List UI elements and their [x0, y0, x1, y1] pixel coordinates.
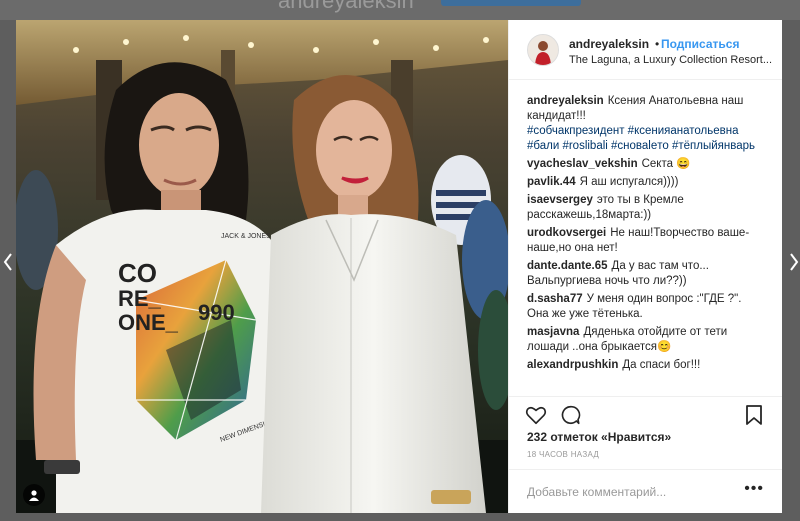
- shirt-text-co: CO: [118, 258, 157, 288]
- shirt-brand: JACK & JONES: [221, 233, 271, 240]
- comment-username[interactable]: dante.dante.65: [527, 260, 608, 272]
- background-profile-header: andreyaleksin: [0, 0, 800, 20]
- follow-button[interactable]: Подписаться: [661, 37, 739, 51]
- comment-input[interactable]: Добавьте комментарий...: [527, 485, 666, 499]
- header-separator: •: [655, 37, 660, 51]
- post-timestamp[interactable]: 18 ЧАСОВ НАЗАД: [527, 450, 599, 459]
- comment-item: d.sasha77 У меня один вопрос :"ГДЕ ?". Он…: [527, 292, 766, 322]
- bookmark-icon[interactable]: [745, 404, 763, 426]
- comment-item: alexandrpushkin Да спаси бог!!!: [527, 358, 766, 373]
- post-caption: andreyaleksin Ксения Анатольевна наш канд…: [527, 94, 766, 154]
- caption-hashtags[interactable]: #собчакпрезидент #ксенияанатольевна #бал…: [527, 125, 755, 152]
- comment-username[interactable]: d.sasha77: [527, 293, 583, 305]
- comment-username[interactable]: isaevsergey: [527, 194, 593, 206]
- shirt-text-re: RE_: [118, 286, 162, 311]
- post-sidebar: andreyaleksin • Подписаться The Laguna, …: [508, 20, 782, 513]
- heart-icon[interactable]: [525, 404, 547, 426]
- avatar[interactable]: [527, 34, 559, 66]
- comment-text: Секта 😄: [641, 158, 691, 170]
- post-photo[interactable]: CO RE_ ONE_ 990 JACK & JONES NEW DIMENSI…: [16, 20, 508, 513]
- chevron-left-icon[interactable]: [2, 250, 14, 274]
- comment-item: vyacheslav_vekshin Секта 😄: [527, 157, 766, 172]
- post-author-username[interactable]: andreyaleksin: [569, 37, 649, 51]
- comment-username[interactable]: urodkovsergei: [527, 227, 606, 239]
- more-options-icon[interactable]: •••: [744, 480, 764, 498]
- comment-item: masjavna Дяденька отойдите от тети лошади…: [527, 325, 766, 355]
- caption-username[interactable]: andreyaleksin: [527, 95, 604, 107]
- post-location[interactable]: The Laguna, a Luxury Collection Resort..…: [569, 54, 774, 66]
- post-header: andreyaleksin • Подписаться The Laguna, …: [509, 20, 782, 80]
- comments-list[interactable]: andreyaleksin Ксения Анатольевна наш канд…: [509, 80, 782, 396]
- comment-text: Да спаси бог!!!: [622, 359, 701, 371]
- comment-username[interactable]: alexandrpushkin: [527, 359, 618, 371]
- comment-item: urodkovsergei Не наш!Творчество ваше-наше…: [527, 226, 766, 256]
- comment-username[interactable]: pavlik.44: [527, 176, 576, 188]
- shirt-text-one: ONE_: [118, 310, 179, 335]
- post-modal: CO RE_ ONE_ 990 JACK & JONES NEW DIMENSI…: [16, 20, 782, 513]
- background-profile-title: andreyaleksin: [278, 0, 414, 13]
- comment-text: Я аш испугался)))): [579, 176, 679, 188]
- post-actions: [509, 396, 782, 432]
- user-tag-icon[interactable]: [23, 484, 45, 506]
- add-comment-bar: Добавьте комментарий... •••: [509, 469, 782, 513]
- comment-item: isaevsergey это ты в Кремле расскажешь,18…: [527, 193, 766, 223]
- background-follow-button: [441, 0, 581, 6]
- comment-username[interactable]: vyacheslav_vekshin: [527, 158, 638, 170]
- comment-item: pavlik.44 Я аш испугался)))): [527, 175, 766, 190]
- shirt-text-990: 990: [198, 300, 235, 325]
- comment-item: dante.dante.65 Да у вас там что... Вальпу…: [527, 259, 766, 289]
- comment-bubble-icon[interactable]: [559, 404, 581, 426]
- comment-username[interactable]: masjavna: [527, 326, 579, 338]
- chevron-right-icon[interactable]: [788, 250, 800, 274]
- photo-illustration: CO RE_ ONE_ 990 JACK & JONES NEW DIMENSI…: [16, 20, 508, 513]
- likes-count[interactable]: 232 отметок «Нравится»: [527, 430, 671, 444]
